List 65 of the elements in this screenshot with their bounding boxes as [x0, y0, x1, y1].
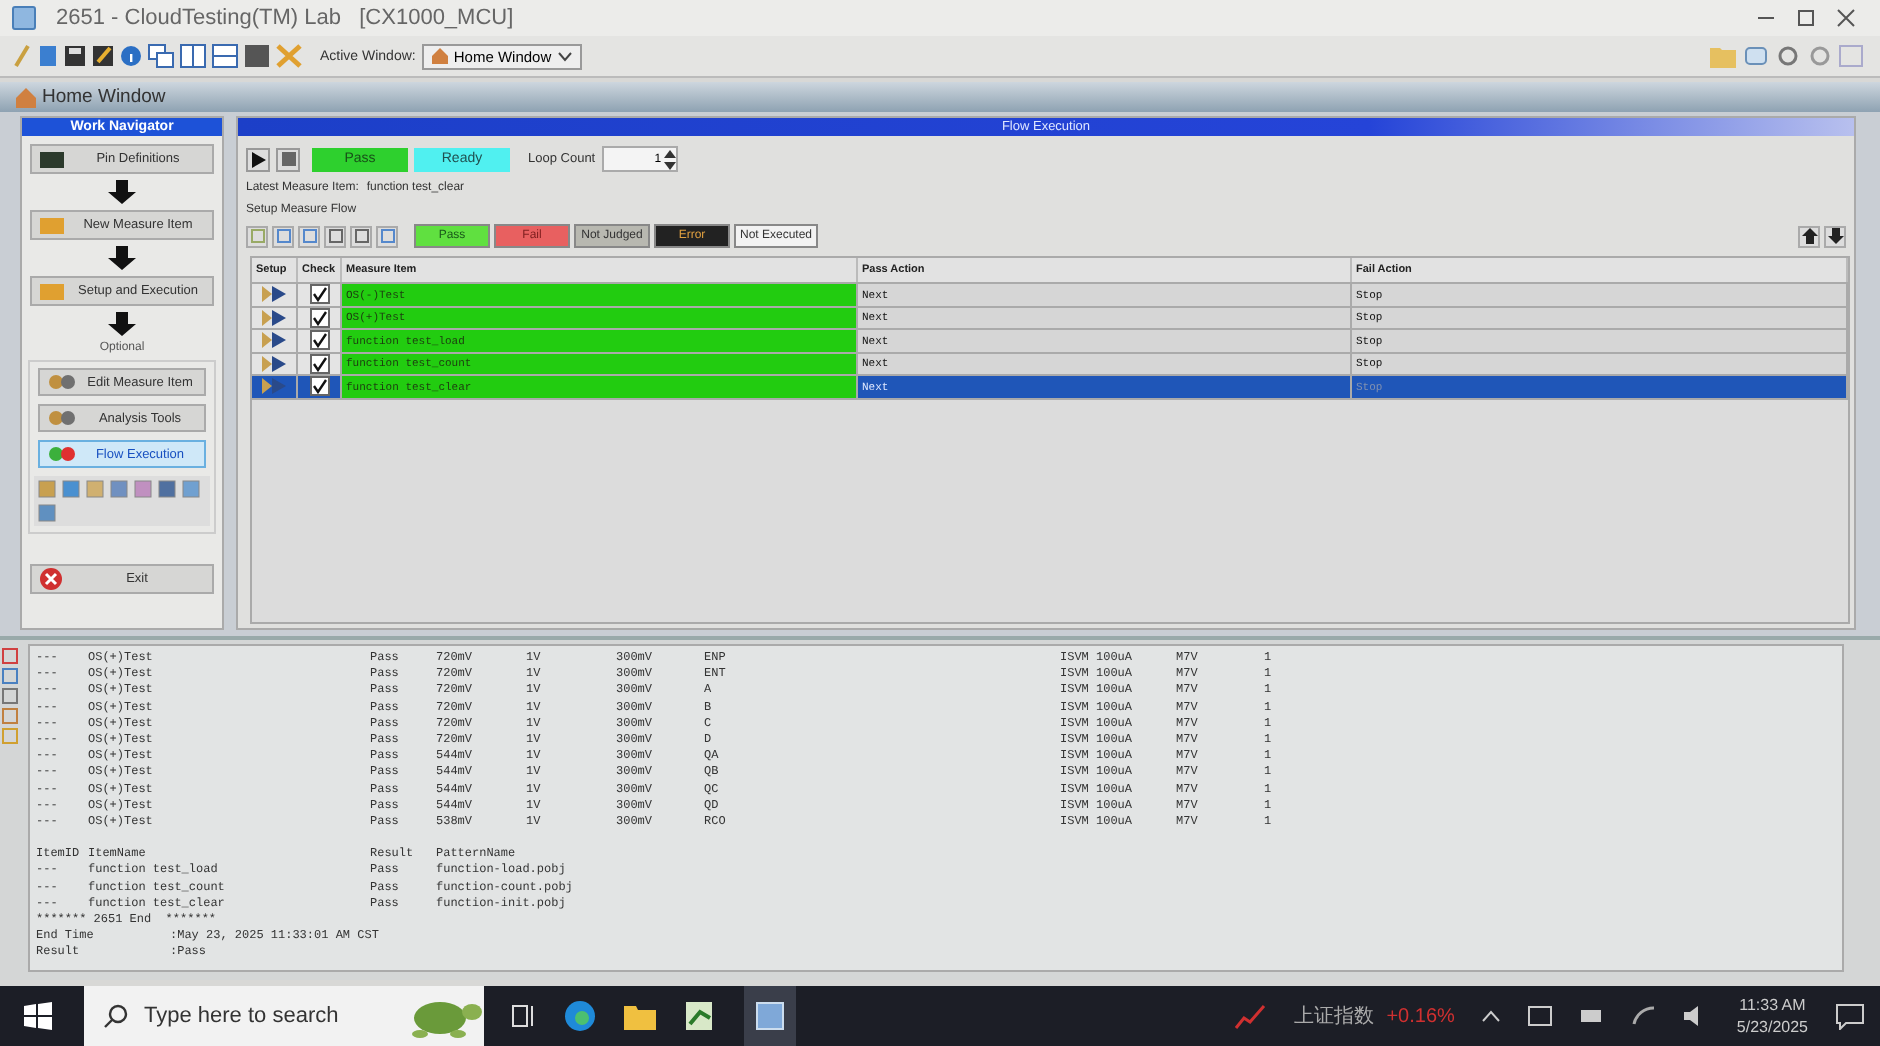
play-setup-icon[interactable]	[262, 378, 286, 395]
flow-tool-button[interactable]	[376, 225, 398, 247]
check-box[interactable]	[309, 307, 329, 328]
move-down-button[interactable]	[1824, 225, 1846, 247]
maximize-icon[interactable]	[1796, 8, 1816, 28]
play-icon	[251, 151, 265, 167]
house-icon	[16, 87, 36, 107]
stop-button[interactable]	[276, 147, 300, 171]
chevron-down-icon	[557, 51, 572, 61]
arrow-up-icon	[1801, 228, 1817, 244]
close-circle-icon	[40, 568, 62, 590]
chevron-up-icon[interactable]	[1482, 1010, 1501, 1022]
move-up-button[interactable]	[1798, 225, 1820, 247]
window-icon[interactable]	[244, 44, 270, 68]
step-icon	[40, 149, 64, 169]
play-setup-icon[interactable]	[262, 309, 286, 326]
window-title: 2651 - CloudTesting(TM) Lab [CX1000_MCU]	[56, 6, 514, 30]
check-box[interactable]	[309, 376, 329, 397]
step-icon	[40, 281, 64, 301]
flow-tool-button[interactable]	[298, 225, 320, 247]
stock-change: +0.16%	[1386, 1005, 1455, 1027]
down-arrow-icon	[108, 180, 136, 204]
flow-tool-button[interactable]	[272, 225, 294, 247]
save-as-icon[interactable]	[92, 44, 114, 68]
down-arrow-icon	[108, 312, 136, 336]
spinner-arrows-icon	[663, 149, 676, 169]
stock-chart-icon[interactable]	[1234, 1002, 1267, 1030]
tool-icon	[48, 372, 76, 392]
taskbar-app-button[interactable]	[744, 986, 796, 1046]
windows-start-icon[interactable]	[24, 1002, 52, 1030]
check-box[interactable]	[309, 284, 329, 305]
check-box[interactable]	[309, 353, 329, 374]
tile-vertical-icon[interactable]	[180, 44, 206, 68]
step-icon	[40, 215, 64, 235]
task-view-icon[interactable]	[512, 1004, 536, 1028]
clock-time: 11:33 AM	[1739, 994, 1806, 1016]
play-setup-icon[interactable]	[262, 355, 286, 372]
notification-icon[interactable]	[1836, 1003, 1864, 1029]
info-icon[interactable]	[120, 44, 142, 68]
search-icon	[104, 1004, 128, 1028]
clock-date: 5/23/2025	[1736, 1016, 1808, 1038]
transfer-icon[interactable]	[1742, 44, 1768, 68]
folder-icon[interactable]	[624, 1002, 656, 1030]
app-icon[interactable]	[684, 1000, 716, 1032]
stock-name: 上证指数	[1294, 1003, 1375, 1030]
play-setup-icon[interactable]	[262, 286, 286, 303]
flow-tool-button[interactable]	[350, 225, 372, 247]
stop-icon	[281, 152, 295, 166]
flow-tool-button[interactable]	[324, 225, 346, 247]
house-icon	[431, 48, 448, 64]
play-setup-icon[interactable]	[262, 332, 286, 349]
taskbar-search-field[interactable]: Type here to search	[84, 986, 484, 1046]
cascade-windows-icon[interactable]	[148, 44, 174, 68]
tray-app-icon[interactable]	[1528, 1006, 1553, 1026]
check-box[interactable]	[309, 330, 329, 351]
tool-icon	[48, 408, 76, 428]
down-arrow-icon	[108, 246, 136, 270]
close-icon[interactable]	[1836, 8, 1856, 28]
tool-icon	[48, 444, 76, 464]
arrow-down-icon	[1827, 228, 1843, 244]
home-window-title: Home Window	[42, 86, 166, 108]
tile-horizontal-icon[interactable]	[212, 44, 238, 68]
save-icon[interactable]	[64, 44, 86, 68]
browser-icon[interactable]	[564, 1000, 596, 1032]
run-button[interactable]	[246, 147, 270, 171]
